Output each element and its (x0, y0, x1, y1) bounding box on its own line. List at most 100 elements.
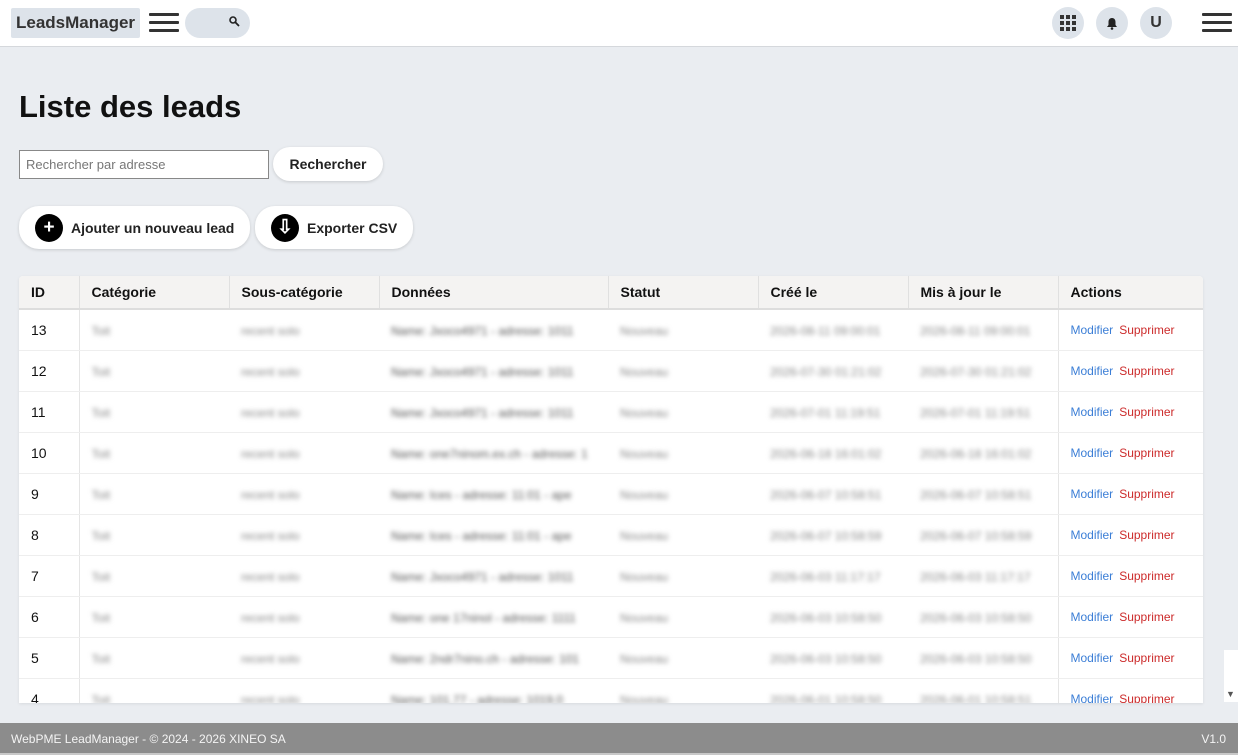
lead-cree-le-cell: 2026-06-07 10:58:51 (758, 473, 908, 515)
row-actions: Modifier Supprimer (1057, 350, 1203, 392)
delete-link[interactable]: Supprimer (1119, 692, 1174, 704)
edit-link[interactable]: Modifier (1071, 610, 1114, 624)
delete-link[interactable]: Supprimer (1119, 323, 1174, 337)
row-actions: Modifier Supprimer (1057, 555, 1203, 597)
top-bar: LeadsManager U (0, 0, 1238, 47)
table-row: 4 Toit recent solo Name: 101.77 - adresse: … (19, 678, 1203, 703)
lead-cree-le: 2026-07-01 11:19:51 (770, 405, 881, 420)
menu-icon[interactable] (149, 13, 179, 33)
lead-categorie: Toit (91, 528, 111, 543)
edit-link[interactable]: Modifier (1071, 528, 1114, 542)
scroll-down-arrow-icon[interactable]: ▼ (1226, 689, 1235, 699)
lead-donnees: Name: Ices - adresse: 11:01 - ape (391, 487, 572, 502)
delete-link[interactable]: Supprimer (1119, 528, 1174, 542)
edit-link[interactable]: Modifier (1071, 446, 1114, 460)
lead-sous-categorie: recent solo (241, 405, 300, 420)
lead-donnees: Name: 101.77 - adresse: 1019.0 (391, 692, 564, 704)
lead-donnees: Name: one7ninom.ex.ch - adresse: 1 (391, 446, 588, 461)
lead-statut: Nouveau (620, 528, 669, 543)
lead-sous-categorie: recent solo (241, 569, 300, 584)
menu-icon[interactable] (1202, 13, 1232, 33)
lead-mis-a-jour-le-cell: 2026-06-01 10:58:51 (908, 678, 1058, 703)
lead-id: 7 (19, 555, 80, 597)
delete-link[interactable]: Supprimer (1119, 610, 1174, 624)
lead-sous-categorie-cell: recent solo (229, 309, 379, 351)
delete-link[interactable]: Supprimer (1119, 405, 1174, 419)
notifications-button[interactable] (1096, 7, 1128, 39)
avatar[interactable]: U (1140, 7, 1172, 39)
edit-link[interactable]: Modifier (1071, 405, 1114, 419)
search-toggle-button[interactable] (185, 8, 250, 38)
lead-sous-categorie: recent solo (241, 528, 300, 543)
lead-sous-categorie: recent solo (241, 651, 300, 666)
edit-link[interactable]: Modifier (1071, 569, 1114, 583)
add-lead-button[interactable]: + Ajouter un nouveau lead (19, 206, 250, 249)
lead-statut-cell: Nouveau (608, 514, 758, 556)
lead-statut: Nouveau (620, 446, 669, 461)
lead-statut-cell: Nouveau (608, 391, 758, 433)
lead-statut: Nouveau (620, 487, 669, 502)
delete-link[interactable]: Supprimer (1119, 446, 1174, 460)
lead-sous-categorie-cell: recent solo (229, 391, 379, 433)
lead-id: 12 (19, 350, 80, 392)
plus-icon: + (35, 213, 63, 242)
lead-donnees-cell: Name: Jxoco4971 - adresse: 1011 (379, 309, 608, 351)
column-header-id[interactable]: ID (19, 276, 80, 310)
lead-categorie: Toit (91, 487, 111, 502)
row-actions: Modifier Supprimer (1057, 391, 1203, 433)
table-row: 6 Toit recent solo Name: one 17ninol - adre… (19, 596, 1203, 638)
row-actions: Modifier Supprimer (1057, 514, 1203, 556)
lead-statut-cell: Nouveau (608, 678, 758, 703)
brand-logo[interactable]: LeadsManager (11, 8, 141, 38)
footer-copyright: WebPME LeadManager - © 2024 - 2026 XINEO… (11, 732, 286, 746)
lead-donnees: Name: Jxoco4971 - adresse: 1011 (391, 569, 574, 584)
lead-categorie: Toit (91, 610, 111, 625)
row-actions: Modifier Supprimer (1057, 473, 1203, 515)
table-row: 11 Toit recent solo Name: Jxoco4971 - adres… (19, 391, 1203, 433)
lead-categorie-cell: Toit (79, 391, 229, 433)
table-row: 10 Toit recent solo Name: one7ninom.ex.ch -… (19, 432, 1203, 474)
lead-id: 10 (19, 432, 80, 474)
column-header-mis-a-jour-le[interactable]: Mis à jour le (908, 276, 1059, 310)
column-header-donnees[interactable]: Données (379, 276, 609, 310)
lead-sous-categorie: recent solo (241, 323, 300, 338)
edit-link[interactable]: Modifier (1071, 364, 1114, 378)
apps-button[interactable] (1052, 7, 1084, 39)
add-lead-label: Ajouter un nouveau lead (71, 219, 235, 236)
column-header-cree-le[interactable]: Créé le (758, 276, 909, 310)
lead-categorie-cell: Toit (79, 596, 229, 638)
column-header-categorie[interactable]: Catégorie (79, 276, 230, 310)
search-button[interactable]: Rechercher (273, 147, 383, 181)
lead-sous-categorie: recent solo (241, 692, 300, 704)
edit-link[interactable]: Modifier (1071, 651, 1114, 665)
lead-statut: Nouveau (620, 569, 669, 584)
lead-categorie-cell: Toit (79, 678, 229, 703)
lead-donnees-cell: Name: Jxoco4971 - adresse: 1011 (379, 350, 608, 392)
lead-donnees: Name: Jxoco4971 - adresse: 1011 (391, 405, 574, 420)
export-csv-button[interactable]: ⇩ Exporter CSV (255, 206, 413, 249)
lead-cree-le: 2026-06-03 10:58:50 (770, 610, 882, 625)
lead-id: 5 (19, 637, 80, 679)
lead-sous-categorie-cell: recent solo (229, 555, 379, 597)
lead-donnees: Name: Ices - adresse: 11:01 - ape (391, 528, 572, 543)
edit-link[interactable]: Modifier (1071, 487, 1114, 501)
column-header-statut[interactable]: Statut (608, 276, 759, 310)
table-header-row: ID Catégorie Sous-catégorie Données Stat… (19, 276, 1203, 310)
edit-link[interactable]: Modifier (1071, 323, 1114, 337)
lead-mis-a-jour-le: 2026-06-07 10:58:59 (920, 528, 1032, 543)
delete-link[interactable]: Supprimer (1119, 651, 1174, 665)
table-row: 13 Toit recent solo Name: Jxoco4971 - adres… (19, 309, 1203, 351)
delete-link[interactable]: Supprimer (1119, 487, 1174, 501)
delete-link[interactable]: Supprimer (1119, 569, 1174, 583)
lead-sous-categorie-cell: recent solo (229, 637, 379, 679)
delete-link[interactable]: Supprimer (1119, 364, 1174, 378)
lead-donnees-cell: Name: 101.77 - adresse: 1019.0 (379, 678, 608, 703)
lead-cree-le: 2026-08-11 09:00:01 (770, 323, 881, 338)
lead-cree-le-cell: 2026-06-07 10:58:59 (758, 514, 908, 556)
lead-mis-a-jour-le: 2026-06-01 10:58:51 (920, 692, 1032, 704)
edit-link[interactable]: Modifier (1071, 692, 1114, 704)
search-input[interactable] (19, 150, 269, 179)
lead-mis-a-jour-le-cell: 2026-06-03 11:17:17 (908, 555, 1058, 597)
column-header-sous-categorie[interactable]: Sous-catégorie (229, 276, 380, 310)
lead-categorie-cell: Toit (79, 555, 229, 597)
